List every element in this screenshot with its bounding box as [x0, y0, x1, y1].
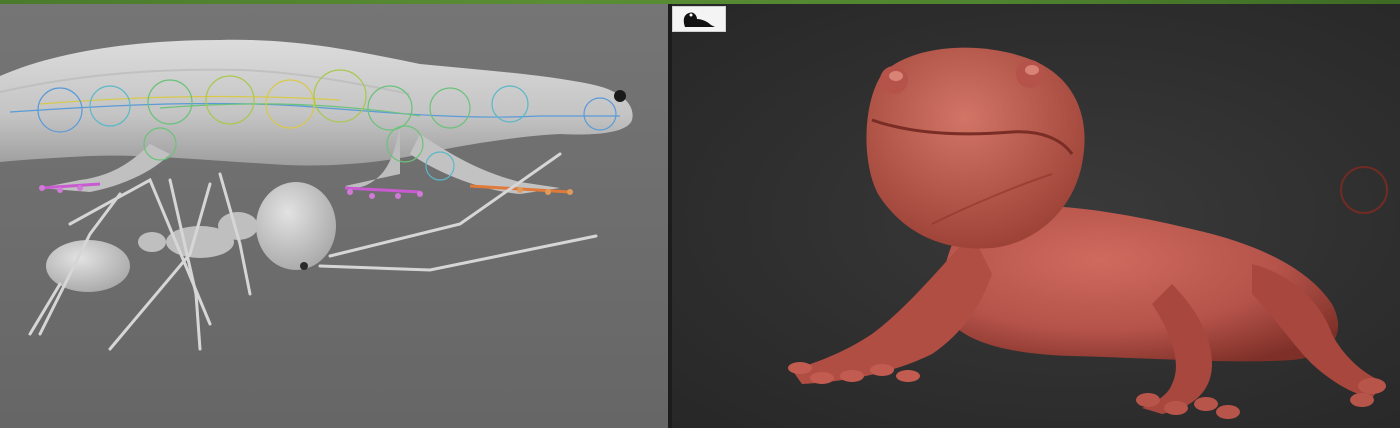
rig-scene	[0, 39, 633, 351]
salamander-model[interactable]	[788, 47, 1386, 419]
salamander-silhouette-icon[interactable]	[672, 6, 726, 32]
sculpt-scene	[788, 47, 1386, 419]
gecko-eye	[614, 90, 626, 102]
sculpt-viewport[interactable]	[672, 4, 1400, 428]
brush-cursor-icon	[1340, 166, 1388, 214]
rig-viewport[interactable]	[0, 4, 668, 428]
